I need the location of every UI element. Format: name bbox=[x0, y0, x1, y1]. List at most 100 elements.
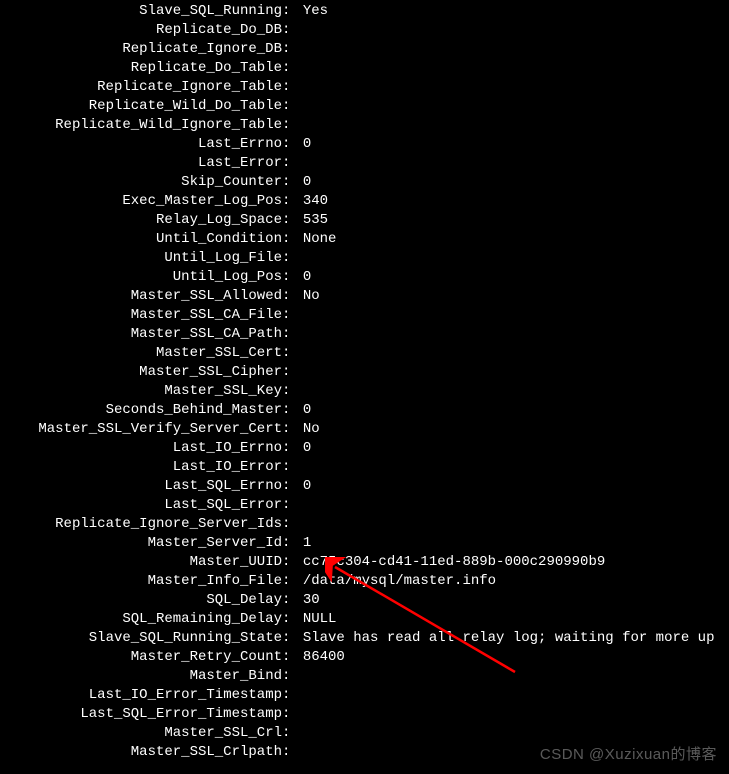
separator: : bbox=[282, 268, 303, 287]
separator: : bbox=[282, 21, 303, 40]
status-row: Last_IO_Errno: 0 bbox=[0, 439, 729, 458]
status-label: Skip_Counter bbox=[0, 173, 282, 192]
status-row: Master_SSL_Crl: bbox=[0, 724, 729, 743]
separator: : bbox=[282, 40, 303, 59]
status-label: Last_Errno bbox=[0, 135, 282, 154]
watermark-text: CSDN @Xuzixuan的博客 bbox=[540, 745, 717, 764]
status-label: Master_SSL_Cert bbox=[0, 344, 282, 363]
status-row: Skip_Counter: 0 bbox=[0, 173, 729, 192]
separator: : bbox=[282, 2, 303, 21]
status-value: NULL bbox=[303, 610, 337, 629]
status-row: Replicate_Ignore_Server_Ids: bbox=[0, 515, 729, 534]
separator: : bbox=[282, 705, 303, 724]
status-row: Master_Bind: bbox=[0, 667, 729, 686]
separator: : bbox=[282, 173, 303, 192]
status-row: Master_SSL_Verify_Server_Cert: No bbox=[0, 420, 729, 439]
separator: : bbox=[282, 648, 303, 667]
status-value: 1 bbox=[303, 534, 311, 553]
status-row: Seconds_Behind_Master: 0 bbox=[0, 401, 729, 420]
separator: : bbox=[282, 496, 303, 515]
status-value: 0 bbox=[303, 135, 311, 154]
separator: : bbox=[282, 192, 303, 211]
status-row: Master_SSL_Cert: bbox=[0, 344, 729, 363]
status-row: Last_SQL_Errno: 0 bbox=[0, 477, 729, 496]
status-value: 86400 bbox=[303, 648, 345, 667]
status-label: Master_SSL_CA_File bbox=[0, 306, 282, 325]
separator: : bbox=[282, 724, 303, 743]
status-row: Exec_Master_Log_Pos: 340 bbox=[0, 192, 729, 211]
status-value: 30 bbox=[303, 591, 320, 610]
separator: : bbox=[282, 629, 303, 648]
status-label: Until_Log_Pos bbox=[0, 268, 282, 287]
status-row: Until_Log_File: bbox=[0, 249, 729, 268]
separator: : bbox=[282, 743, 303, 762]
status-value: 0 bbox=[303, 401, 311, 420]
status-label: Last_Error bbox=[0, 154, 282, 173]
separator: : bbox=[282, 154, 303, 173]
separator: : bbox=[282, 477, 303, 496]
status-row: Master_SSL_CA_File: bbox=[0, 306, 729, 325]
status-row: SQL_Delay: 30 bbox=[0, 591, 729, 610]
status-row: Last_Errno: 0 bbox=[0, 135, 729, 154]
separator: : bbox=[282, 553, 303, 572]
status-label: Last_SQL_Error_Timestamp bbox=[0, 705, 282, 724]
status-label: Slave_SQL_Running bbox=[0, 2, 282, 21]
status-value: cc75c304-cd41-11ed-889b-000c290990b9 bbox=[303, 553, 605, 572]
status-row: Master_SSL_Allowed: No bbox=[0, 287, 729, 306]
status-label: Until_Log_File bbox=[0, 249, 282, 268]
status-row: Slave_SQL_Running_State: Slave has read … bbox=[0, 629, 729, 648]
status-row: Replicate_Ignore_Table: bbox=[0, 78, 729, 97]
status-value: 0 bbox=[303, 268, 311, 287]
status-label: Last_SQL_Error bbox=[0, 496, 282, 515]
status-label: Last_IO_Errno bbox=[0, 439, 282, 458]
status-label: Master_Server_Id bbox=[0, 534, 282, 553]
status-row: Master_Server_Id: 1 bbox=[0, 534, 729, 553]
status-label: SQL_Delay bbox=[0, 591, 282, 610]
separator: : bbox=[282, 230, 303, 249]
status-label: Seconds_Behind_Master bbox=[0, 401, 282, 420]
separator: : bbox=[282, 458, 303, 477]
status-label: Master_SSL_CA_Path bbox=[0, 325, 282, 344]
separator: : bbox=[282, 515, 303, 534]
status-row: Master_SSL_Key: bbox=[0, 382, 729, 401]
status-label: Last_IO_Error_Timestamp bbox=[0, 686, 282, 705]
separator: : bbox=[282, 591, 303, 610]
separator: : bbox=[282, 287, 303, 306]
separator: : bbox=[282, 344, 303, 363]
separator: : bbox=[282, 211, 303, 230]
status-label: SQL_Remaining_Delay bbox=[0, 610, 282, 629]
status-label: Master_SSL_Verify_Server_Cert bbox=[0, 420, 282, 439]
status-row: Replicate_Wild_Ignore_Table: bbox=[0, 116, 729, 135]
status-label: Master_SSL_Crlpath bbox=[0, 743, 282, 762]
separator: : bbox=[282, 439, 303, 458]
status-label: Replicate_Ignore_Table bbox=[0, 78, 282, 97]
status-label: Master_UUID bbox=[0, 553, 282, 572]
separator: : bbox=[282, 686, 303, 705]
status-value: None bbox=[303, 230, 337, 249]
status-row: Master_UUID: cc75c304-cd41-11ed-889b-000… bbox=[0, 553, 729, 572]
separator: : bbox=[282, 306, 303, 325]
status-row: Last_IO_Error_Timestamp: bbox=[0, 686, 729, 705]
separator: : bbox=[282, 420, 303, 439]
separator: : bbox=[282, 249, 303, 268]
status-label: Relay_Log_Space bbox=[0, 211, 282, 230]
status-label: Exec_Master_Log_Pos bbox=[0, 192, 282, 211]
status-value: 535 bbox=[303, 211, 328, 230]
separator: : bbox=[282, 135, 303, 154]
status-label: Replicate_Ignore_DB bbox=[0, 40, 282, 59]
separator: : bbox=[282, 382, 303, 401]
status-row: Last_SQL_Error: bbox=[0, 496, 729, 515]
terminal-output: Slave_SQL_Running: YesReplicate_Do_DB: R… bbox=[0, 0, 729, 762]
status-row: Replicate_Ignore_DB: bbox=[0, 40, 729, 59]
separator: : bbox=[282, 363, 303, 382]
status-row: Master_SSL_CA_Path: bbox=[0, 325, 729, 344]
status-value: No bbox=[303, 420, 320, 439]
status-label: Master_Info_File bbox=[0, 572, 282, 591]
status-value: 0 bbox=[303, 173, 311, 192]
separator: : bbox=[282, 78, 303, 97]
status-label: Last_SQL_Errno bbox=[0, 477, 282, 496]
separator: : bbox=[282, 116, 303, 135]
status-label: Master_SSL_Allowed bbox=[0, 287, 282, 306]
status-label: Master_SSL_Key bbox=[0, 382, 282, 401]
separator: : bbox=[282, 572, 303, 591]
